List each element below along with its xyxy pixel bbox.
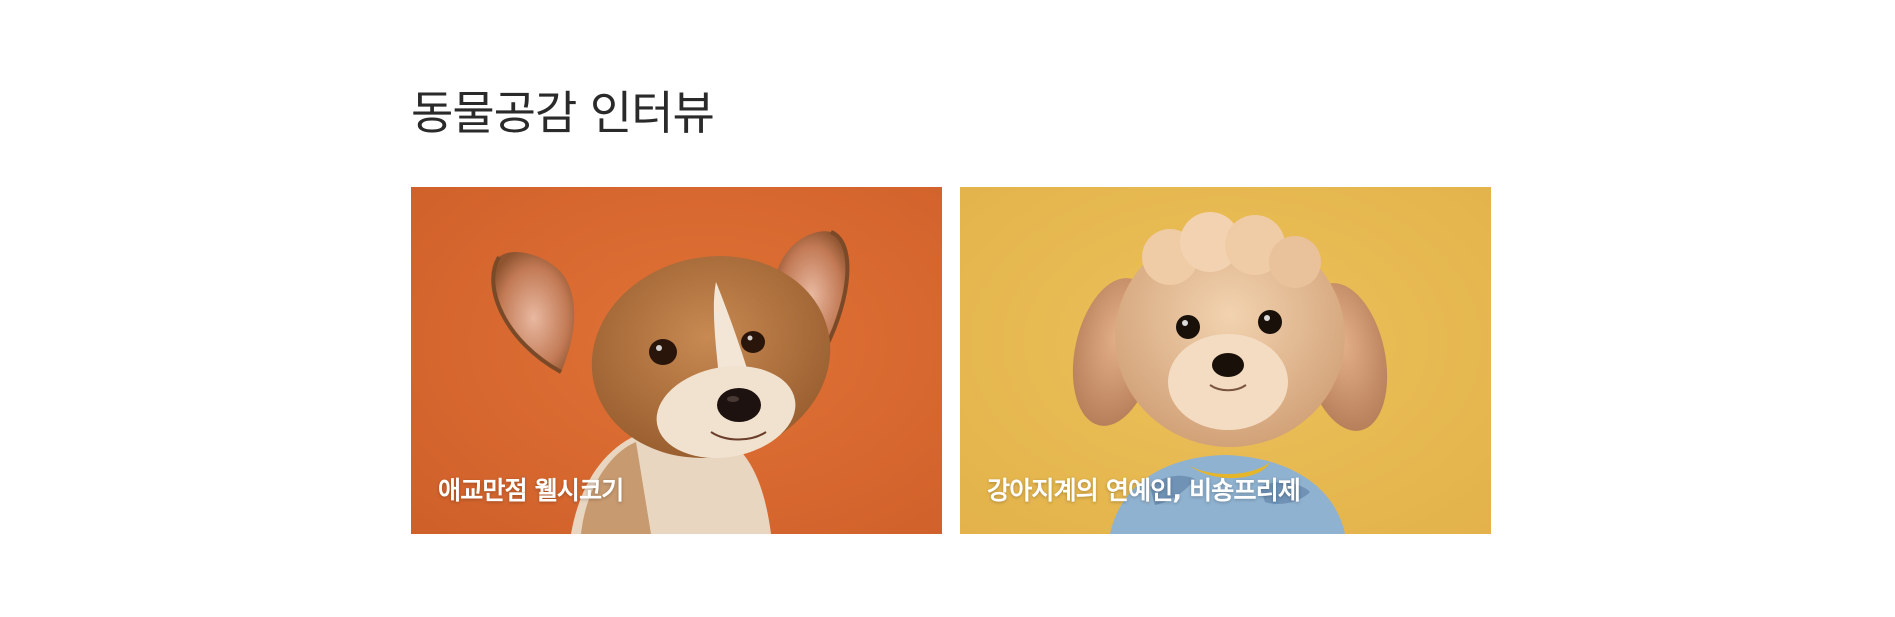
card-corgi[interactable]: 애교만점 웰시코기 <box>411 187 942 534</box>
section-title: 동물공감 인터뷰 <box>411 86 715 140</box>
card-caption: 애교만점 웰시코기 <box>438 476 624 505</box>
card-caption: 강아지계의 연예인, 비숑프리제 <box>987 476 1301 505</box>
card-list: 애교만점 웰시코기 강아지계의 연예인, 비숑프리제 <box>411 187 1491 534</box>
card-bichon[interactable]: 강아지계의 연예인, 비숑프리제 <box>960 187 1491 534</box>
interview-section: 동물공감 인터뷰 애교만점 웰시코기 강아지계의 연예인, 비숑프리제 <box>411 0 1491 617</box>
